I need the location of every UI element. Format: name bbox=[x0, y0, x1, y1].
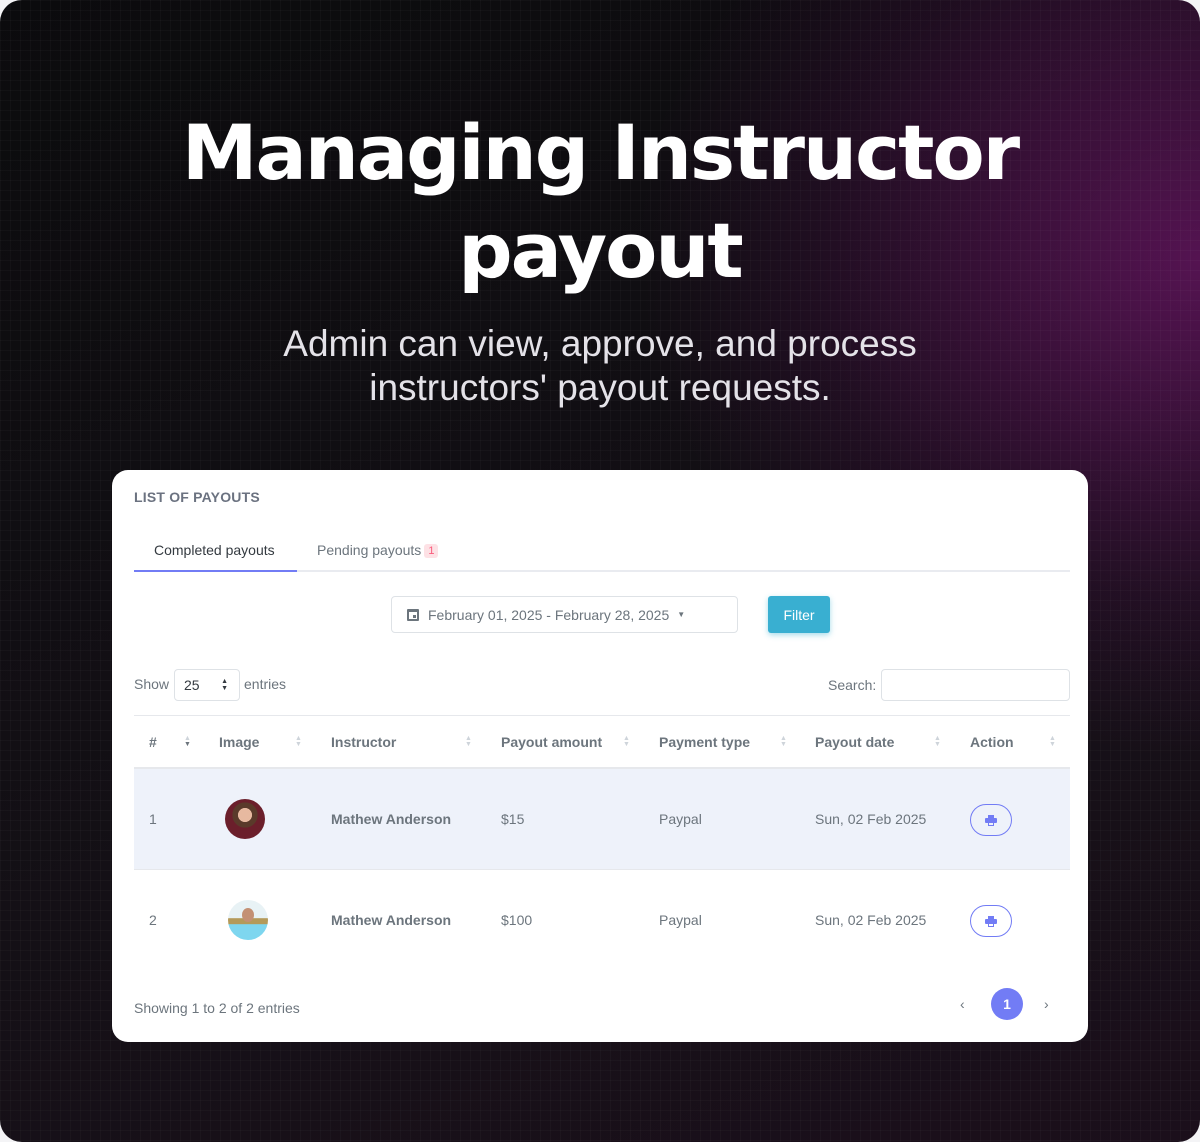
print-button[interactable] bbox=[970, 804, 1012, 836]
hero-subtitle-line-2: instructors' payout requests. bbox=[369, 367, 831, 408]
column-header-index[interactable]: # bbox=[149, 734, 157, 750]
sort-icon[interactable]: ▲ ▼ bbox=[934, 735, 941, 748]
date-range-value: February 01, 2025 - February 28, 2025 bbox=[428, 606, 670, 623]
entries-per-page-select[interactable]: 25 ▲ ▼ bbox=[174, 669, 240, 701]
pagination-page-1[interactable]: 1 bbox=[991, 988, 1023, 1020]
hero-subtitle-line-1: Admin can view, approve, and process bbox=[283, 323, 917, 364]
sort-icon[interactable]: ▲ ▼ bbox=[184, 735, 191, 748]
date-range-picker[interactable]: February 01, 2025 - February 28, 2025 ▼ bbox=[391, 596, 738, 633]
table-row: 2 Mathew Anderson $100 Paypal Sun, 02 Fe… bbox=[134, 870, 1070, 971]
sort-icon[interactable]: ▲ ▼ bbox=[1049, 735, 1056, 748]
active-tab-indicator bbox=[134, 570, 297, 572]
instructor-avatar bbox=[225, 799, 265, 839]
pagination-next[interactable]: › bbox=[1044, 996, 1049, 1012]
print-icon bbox=[985, 915, 997, 927]
row-index: 1 bbox=[149, 811, 157, 827]
tab-label: Completed payouts bbox=[154, 542, 275, 558]
search-input[interactable] bbox=[881, 669, 1070, 701]
payouts-table: # ▲ ▼ Image ▲ ▼ Instructor ▲ ▼ Payout amoun… bbox=[134, 715, 1070, 971]
row-index: 2 bbox=[149, 912, 157, 928]
instructor-name: Mathew Anderson bbox=[331, 912, 452, 928]
column-header-action[interactable]: Action bbox=[970, 734, 1014, 750]
hero-title: Managing Instructor payout bbox=[0, 104, 1200, 300]
print-icon bbox=[985, 814, 997, 826]
sort-icon[interactable]: ▲ ▼ bbox=[623, 735, 630, 748]
payouts-card: LIST OF PAYOUTS Completed payouts Pendin… bbox=[112, 470, 1088, 1042]
payment-type: Paypal bbox=[659, 912, 702, 928]
column-header-instructor[interactable]: Instructor bbox=[331, 734, 396, 750]
column-header-payout-date[interactable]: Payout date bbox=[815, 734, 894, 750]
column-header-image[interactable]: Image bbox=[219, 734, 259, 750]
show-label: Show bbox=[134, 676, 170, 692]
payout-date: Sun, 02 Feb 2025 bbox=[815, 811, 927, 827]
table-row: 1 Mathew Anderson $15 Paypal Sun, 02 Feb… bbox=[134, 769, 1070, 870]
payout-amount: $100 bbox=[501, 912, 533, 928]
card-title: LIST OF PAYOUTS bbox=[134, 489, 260, 505]
sort-icon[interactable]: ▲ ▼ bbox=[780, 735, 787, 748]
instructor-avatar bbox=[228, 900, 268, 940]
payout-date: Sun, 02 Feb 2025 bbox=[815, 912, 927, 928]
column-header-payment-type[interactable]: Payment type bbox=[659, 734, 750, 750]
payout-amount: $15 bbox=[501, 811, 525, 827]
print-button[interactable] bbox=[970, 905, 1012, 937]
promo-canvas: Managing Instructor payout Admin can vie… bbox=[0, 0, 1200, 1142]
table-info: Showing 1 to 2 of 2 entries bbox=[134, 1000, 300, 1016]
sort-icon[interactable]: ▲ ▼ bbox=[295, 735, 302, 748]
search-label: Search: bbox=[828, 677, 877, 693]
select-arrows-icon: ▲ ▼ bbox=[221, 678, 228, 692]
instructor-name: Mathew Anderson bbox=[331, 811, 452, 827]
hero-title-line-2: payout bbox=[458, 206, 744, 295]
pending-count-badge: 1 bbox=[424, 544, 439, 558]
sort-icon[interactable]: ▲ ▼ bbox=[465, 735, 472, 748]
tab-label: Pending payouts bbox=[317, 542, 422, 558]
pagination-previous[interactable]: ‹ bbox=[960, 996, 965, 1012]
payout-tabs: Completed payouts Pending payouts 1 bbox=[134, 530, 1070, 572]
entries-value: 25 bbox=[184, 677, 200, 693]
table-header: # ▲ ▼ Image ▲ ▼ Instructor ▲ ▼ Payout amoun… bbox=[134, 716, 1070, 769]
hero-subtitle: Admin can view, approve, and process ins… bbox=[0, 322, 1200, 410]
tab-pending-payouts[interactable]: Pending payouts 1 bbox=[317, 542, 439, 558]
filter-button[interactable]: Filter bbox=[768, 596, 830, 633]
calendar-icon bbox=[407, 608, 419, 621]
tab-completed-payouts[interactable]: Completed payouts bbox=[154, 542, 275, 558]
hero-title-line-1: Managing Instructor bbox=[181, 108, 1020, 197]
entries-label: entries bbox=[244, 676, 287, 692]
caret-down-icon: ▼ bbox=[677, 610, 686, 619]
payment-type: Paypal bbox=[659, 811, 702, 827]
column-header-payout-amount[interactable]: Payout amount bbox=[501, 734, 602, 750]
